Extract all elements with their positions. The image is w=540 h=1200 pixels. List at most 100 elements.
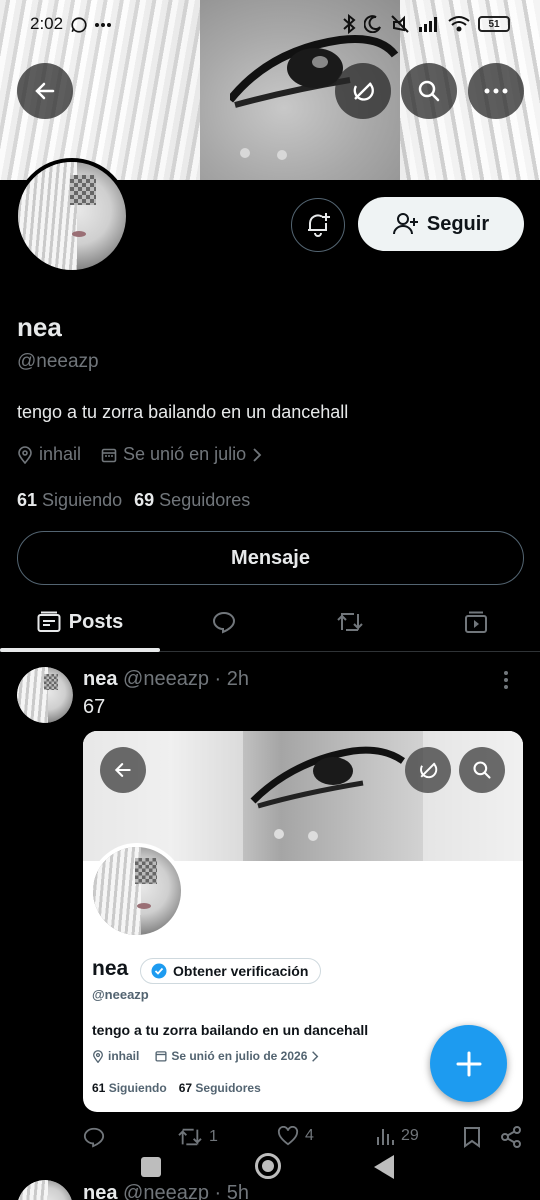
post-separator: · bbox=[214, 668, 222, 690]
embedded-location-icon bbox=[93, 1049, 103, 1063]
embedded-following-count: 61 bbox=[92, 1081, 106, 1095]
embedded-avatar bbox=[89, 843, 185, 939]
post-text: 67 bbox=[83, 696, 106, 718]
embedded-location: inhail bbox=[108, 1049, 140, 1063]
embedded-grok-button bbox=[405, 747, 451, 793]
avatar-image bbox=[18, 162, 126, 270]
recent-apps-button[interactable] bbox=[141, 1157, 161, 1177]
chevron-right-icon bbox=[253, 447, 262, 462]
post-author-avatar[interactable] bbox=[17, 667, 73, 723]
repost-icon bbox=[337, 613, 363, 631]
bell-plus-icon bbox=[308, 213, 330, 237]
more-options-button[interactable] bbox=[468, 63, 524, 119]
embedded-back-button bbox=[100, 747, 146, 793]
more-horizontal-icon bbox=[484, 88, 508, 94]
more-notifications-icon bbox=[95, 23, 111, 27]
embedded-calendar-icon bbox=[155, 1051, 167, 1062]
follow-label: Seguir bbox=[426, 212, 490, 235]
message-label: Mensaje bbox=[231, 546, 310, 569]
embedded-arrow-left-icon bbox=[114, 763, 131, 777]
repost-count: 1 bbox=[209, 1128, 218, 1145]
grok-button[interactable] bbox=[335, 63, 391, 119]
like-count: 4 bbox=[305, 1127, 314, 1144]
embedded-verification-badge: Obtener verificación bbox=[140, 958, 322, 984]
post-header: nea @neeazp · 2h bbox=[83, 668, 249, 691]
reply-bubble-icon bbox=[212, 611, 236, 634]
status-bar: 2:02 51 bbox=[0, 10, 540, 40]
embedded-search-button bbox=[459, 747, 505, 793]
message-button[interactable]: Mensaje bbox=[17, 531, 524, 585]
tab-posts[interactable]: Posts bbox=[0, 594, 160, 652]
arrow-left-icon bbox=[35, 82, 55, 100]
search-icon bbox=[418, 80, 440, 102]
embedded-avatar-image bbox=[93, 847, 181, 935]
notifications-bell-button[interactable] bbox=[291, 198, 345, 252]
heart-icon bbox=[277, 1126, 299, 1146]
media-video-icon bbox=[465, 611, 487, 633]
calendar-icon bbox=[101, 448, 117, 462]
profile-tabs: Posts bbox=[0, 594, 540, 652]
battery-indicator: 51 bbox=[478, 16, 510, 32]
status-right-icons: 51 bbox=[342, 14, 510, 34]
joined-text: Se unió en julio bbox=[123, 444, 247, 464]
post-avatar-image bbox=[17, 667, 73, 723]
battery-level: 51 bbox=[488, 18, 500, 30]
reply-action[interactable] bbox=[83, 1126, 111, 1148]
following-link[interactable]: 61 Siguiendo bbox=[17, 490, 122, 511]
tab-reposts[interactable] bbox=[288, 594, 412, 650]
share-icon bbox=[501, 1126, 521, 1148]
follow-counts: 61 Siguiendo 69 Seguidores bbox=[17, 490, 250, 511]
system-navigation-bar bbox=[0, 1150, 540, 1190]
like-action[interactable]: 4 bbox=[277, 1126, 314, 1146]
share-action[interactable] bbox=[500, 1126, 522, 1148]
grok-icon bbox=[353, 82, 374, 101]
embedded-chevron-right-icon bbox=[312, 1050, 319, 1062]
location: inhail bbox=[17, 444, 81, 465]
following-count: 61 bbox=[17, 490, 38, 510]
bluetooth-icon bbox=[343, 14, 356, 34]
status-time: 2:02 bbox=[30, 14, 64, 33]
profile-avatar[interactable] bbox=[14, 158, 130, 274]
following-label: Siguiendo bbox=[42, 490, 123, 510]
embedded-name: nea bbox=[92, 957, 129, 980]
location-text: inhail bbox=[39, 444, 82, 464]
more-vertical-icon bbox=[504, 671, 508, 689]
embedded-search-icon bbox=[473, 761, 491, 779]
embedded-bio: tengo a tu zorra bailando en un dancehal… bbox=[92, 1022, 369, 1038]
post-more-button[interactable] bbox=[503, 670, 509, 690]
back-button[interactable] bbox=[17, 63, 73, 119]
search-button[interactable] bbox=[401, 63, 457, 119]
follow-button[interactable]: Seguir bbox=[358, 197, 524, 251]
tab-replies[interactable] bbox=[160, 594, 288, 650]
views-action[interactable]: 29 bbox=[375, 1126, 419, 1146]
followers-link[interactable]: 69 Seguidores bbox=[134, 490, 250, 511]
signal-icon bbox=[419, 17, 437, 32]
compose-post-button[interactable] bbox=[430, 1025, 507, 1102]
user-plus-icon bbox=[392, 213, 418, 235]
profile-bio: tengo a tu zorra bailando en un dancehal… bbox=[17, 402, 349, 422]
post-author-handle[interactable]: @neeazp bbox=[123, 668, 209, 690]
tab-media[interactable] bbox=[412, 594, 540, 650]
embedded-meta: inhail Se unió en julio de 2026 bbox=[92, 1049, 319, 1063]
views-chart-icon bbox=[377, 1129, 394, 1145]
repost-action[interactable]: 1 bbox=[177, 1126, 218, 1148]
repost-icon bbox=[178, 1128, 202, 1146]
do-not-disturb-icon bbox=[364, 15, 381, 33]
system-back-button[interactable] bbox=[374, 1155, 394, 1179]
profile-meta: inhail Se unió en julio bbox=[17, 444, 276, 465]
verify-label: Obtener verificación bbox=[173, 963, 309, 979]
reply-icon bbox=[83, 1127, 105, 1148]
status-left-icons bbox=[70, 16, 112, 34]
bookmark-action[interactable] bbox=[463, 1126, 481, 1148]
profile-handle: @neeazp bbox=[17, 351, 99, 372]
followers-count: 69 bbox=[134, 490, 155, 510]
home-button[interactable] bbox=[255, 1153, 281, 1179]
embedded-grok-icon bbox=[420, 762, 438, 779]
embedded-banner bbox=[83, 731, 523, 861]
plus-icon bbox=[456, 1051, 481, 1076]
mute-icon bbox=[391, 15, 409, 33]
post-time[interactable]: 2h bbox=[227, 668, 249, 690]
posts-icon bbox=[37, 611, 61, 632]
joined-date[interactable]: Se unió en julio bbox=[101, 444, 262, 465]
post-author-name[interactable]: nea bbox=[83, 668, 117, 690]
